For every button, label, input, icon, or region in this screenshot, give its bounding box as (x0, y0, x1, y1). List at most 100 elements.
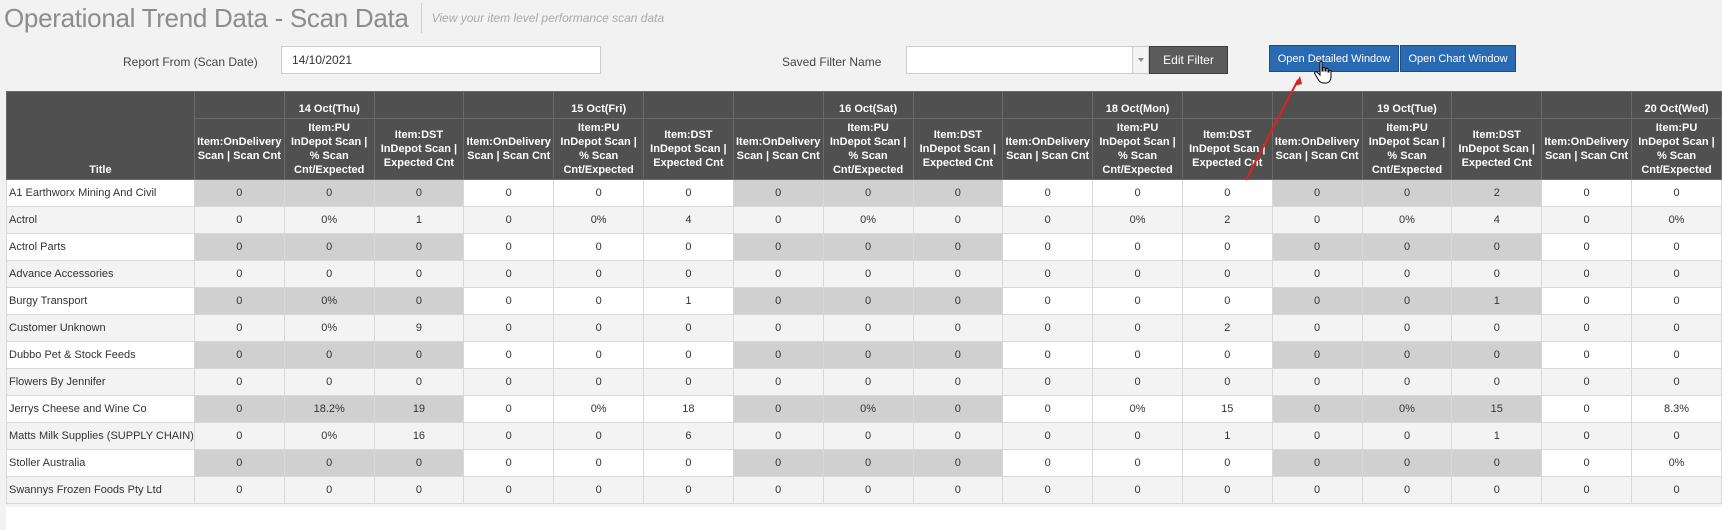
date-header-cell (373, 91, 465, 119)
row-title-cell: Burgy Transport (6, 287, 195, 315)
value-cell: 0 (1361, 314, 1453, 342)
value-cell: 0 (643, 314, 734, 342)
value-cell: 0 (463, 287, 555, 315)
value-cell: 0 (732, 476, 824, 504)
table-row[interactable]: Customer Unknown 0 0% 9 0 0 0 0 0 0 0 0 2 0 0 0 0 0 (6, 314, 1722, 342)
value-cell: 0 (643, 476, 734, 504)
metric-header-line: Item:PU (1116, 122, 1159, 134)
value-cell: 0 (1271, 287, 1363, 315)
metric-header-cell: Item:DST InDepot Scan | Expected Cnt (373, 118, 465, 180)
table-row[interactable]: Burgy Transport 0 0% 0 0 0 1 0 0 0 0 0 0 0 0 1 0 0 (6, 287, 1722, 315)
value-cell: 0 (1451, 314, 1543, 342)
value-cell: 0 (1002, 179, 1094, 207)
value-cell: 0 (822, 314, 914, 342)
value-cell: 0 (1092, 314, 1183, 342)
value-cell: 0 (822, 368, 914, 396)
title-header: Title (6, 91, 195, 180)
value-cell: 0 (193, 476, 285, 504)
value-cell: 0 (822, 179, 914, 207)
value-cell: 2 (1181, 206, 1273, 234)
metric-header-cell: Item:OnDelivery Scan | Scan Cnt (193, 118, 285, 180)
value-cell: 18 (643, 395, 734, 423)
value-cell: 0 (553, 233, 645, 261)
value-cell: 0 (193, 449, 285, 477)
value-cell: 0 (732, 179, 824, 207)
metric-header-line: Expected Cnt (922, 157, 993, 169)
table-row[interactable]: Swannys Frozen Foods Pty Ltd 0 0 0 0 0 0 0 0 0 0 0 0… (6, 476, 1722, 504)
metric-header-line: Item:OnDelivery (1005, 136, 1090, 148)
table-row[interactable]: A1 Earthworx Mining And Civil 0 0 0 0 0 0 0 0 0 0 0… (6, 179, 1722, 207)
metric-header-line: Scan | Scan Cnt (1275, 150, 1359, 162)
value-cell: 0 (1181, 449, 1273, 477)
table-row[interactable]: Dubbo Pet & Stock Feeds 0 0 0 0 0 0 0 0 0 0 0 0 0 0 0 0 0 (6, 341, 1722, 369)
value-cell: 0 (1002, 449, 1094, 477)
value-cell: 0 (1541, 422, 1633, 450)
value-cell: 0 (1271, 233, 1363, 261)
metric-header-line: % Scan (1387, 150, 1427, 162)
metric-header-line: Item:PU (1655, 122, 1698, 134)
metric-header-cell: Item:DST InDepot Scan | Expected Cnt (643, 118, 734, 180)
metric-header-line: InDepot Scan | (1099, 136, 1176, 148)
edit-filter-button[interactable]: Edit Filter (1149, 46, 1228, 74)
metric-header-line: Cnt/Expected (294, 164, 365, 176)
value-cell: 0 (1181, 341, 1273, 369)
value-cell: 1 (1451, 422, 1543, 450)
date-header-cell (643, 91, 734, 119)
value-cell: 0 (822, 449, 914, 477)
value-cell: 0% (283, 314, 375, 342)
value-cell: 1 (1181, 422, 1273, 450)
value-cell: 0 (1092, 179, 1183, 207)
value-cell: 0 (1451, 476, 1543, 504)
metric-header-cell: Item:OnDelivery Scan | Scan Cnt (463, 118, 555, 180)
chevron-down-icon[interactable] (1132, 47, 1148, 73)
value-cell: 0 (1181, 368, 1273, 396)
metric-header-line: % Scan (1656, 150, 1697, 162)
row-title-cell: Actrol (6, 206, 195, 234)
metric-header-cell: Item:PU InDepot Scan | % Scan Cnt/Expected (1092, 118, 1183, 180)
value-cell: 0 (1541, 341, 1633, 369)
value-cell: 0 (463, 206, 555, 234)
value-cell: 0 (463, 314, 555, 342)
report-from-date-input[interactable]: 14/10/2021 (281, 46, 601, 74)
metric-header-line: Scan | Scan Cnt (1544, 150, 1629, 162)
value-cell: 0 (822, 287, 914, 315)
report-from-label: Report From (Scan Date) (123, 55, 258, 69)
value-cell: 0 (373, 287, 465, 315)
value-cell: 0 (193, 341, 285, 369)
value-cell: 0 (732, 341, 824, 369)
saved-filter-select[interactable] (906, 46, 1149, 74)
value-cell: 0 (1092, 476, 1183, 504)
metric-header-line: Scan | Scan Cnt (467, 150, 551, 162)
value-cell: 0 (553, 476, 645, 504)
value-cell: 0 (1541, 287, 1633, 315)
value-cell: 0 (463, 233, 555, 261)
value-cell: 0 (283, 476, 375, 504)
value-cell: 0 (912, 233, 1004, 261)
value-cell: 0 (1092, 260, 1183, 288)
table-row[interactable]: Stoller Australia 0 0 0 0 0 0 0 0 0 0 0 0 0 0 0 0 0% (6, 449, 1722, 477)
metric-header-line: Scan | Scan Cnt (197, 150, 281, 162)
date-header-cell: 15 Oct(Fri) (553, 91, 645, 119)
value-cell: 0 (373, 341, 465, 369)
value-cell: 0 (553, 422, 645, 450)
open-detailed-window-button[interactable]: Open Detailed Window (1269, 45, 1399, 72)
value-cell: 0 (463, 395, 555, 423)
value-cell: 0 (643, 368, 734, 396)
table-row[interactable]: Actrol 0 0% 1 0 0% 4 0 0% 0 0 0% 2 0 0% 4 0 0% (6, 206, 1722, 234)
value-cell: 0 (732, 395, 824, 423)
table-row[interactable]: Advance Accessories 0 0 0 0 0 0 0 0 0 0 0 0 0 0 0 0 0 (6, 260, 1722, 288)
table-row[interactable]: Matts Milk Supplies (SUPPLY CHAIN) 0 0% 16 0… (6, 422, 1722, 450)
table-row[interactable]: Flowers By Jennifer 0 0 0 0 0 0 0 0 0 0 0 0 0 0 0 0 0 (6, 368, 1722, 396)
value-cell: 0 (1541, 179, 1633, 207)
metric-header-line: Expected Cnt (653, 157, 724, 169)
hand-pointer-icon (1314, 60, 1332, 84)
metric-header-line: Item:PU (1386, 122, 1428, 134)
value-cell: 0 (1002, 314, 1094, 342)
open-chart-window-button[interactable]: Open Chart Window (1400, 45, 1516, 72)
table-row[interactable]: Actrol Parts 0 0 0 0 0 0 0 0 0 0 0 0 0 0 0 0 0 (6, 233, 1722, 261)
value-cell: 4 (1451, 206, 1543, 234)
table-row[interactable]: Jerrys Cheese and Wine Co 0 18.2% 19 0 0% 18 0 0… (6, 395, 1722, 423)
value-cell: 0 (1002, 287, 1094, 315)
value-cell: 0 (822, 476, 914, 504)
value-cell: 0 (1451, 449, 1543, 477)
